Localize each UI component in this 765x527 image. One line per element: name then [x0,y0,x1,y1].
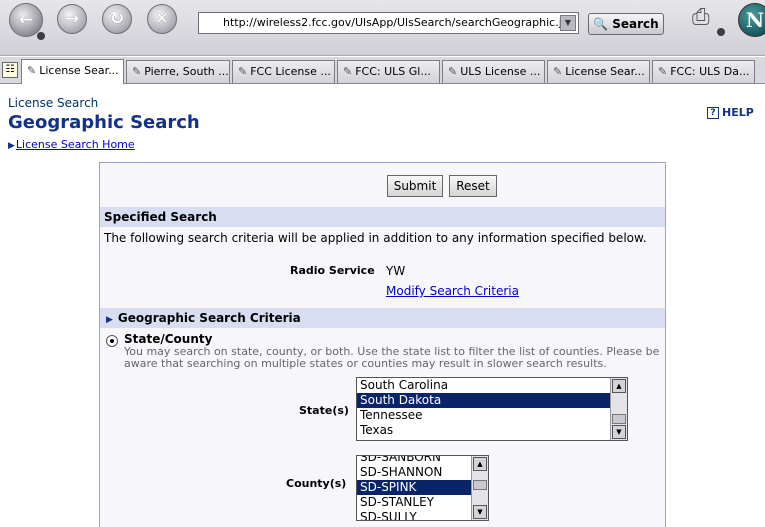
scroll-up-icon[interactable]: ▲ [612,379,626,393]
state-scrollbar[interactable]: ▲ ▼ [610,378,627,440]
tab-label: License Sear... [39,64,119,77]
forward-arrow-icon: → [64,9,80,29]
tab-label: ULS License ... [460,65,541,78]
tab-fcc-uls-gl[interactable]: ✎ FCC: ULS Gl... [337,60,440,83]
page-icon: ✎ [238,65,248,78]
geographic-criteria-header[interactable]: ▶ Geographic Search Criteria [100,308,665,328]
state-option[interactable]: South Carolina [357,378,610,393]
tab-fcc-uls-da[interactable]: ✎ FCC: ULS Da... [652,60,755,83]
print-dropdown-icon[interactable] [717,28,725,36]
radio-service-label: Radio Service [290,264,375,277]
url-text: http://wireless2.fcc.gov/UlsApp/UlsSearc… [223,16,575,29]
url-bar[interactable]: http://wireless2.fcc.gov/UlsApp/UlsSearc… [198,12,579,34]
submit-button[interactable]: Submit [387,175,443,197]
tab-label: FCC: ULS Gl... [355,65,431,78]
browser-search-button[interactable]: 🔍 Search [588,13,664,35]
modify-search-criteria-link[interactable]: Modify Search Criteria [386,284,519,298]
scroll-thumb[interactable] [473,480,487,490]
reset-button[interactable]: Reset [449,175,497,197]
scroll-down-icon[interactable]: ▼ [612,425,626,439]
scroll-thumb[interactable] [612,414,626,424]
tab-uls-license[interactable]: ✎ ULS License ... [442,60,545,83]
county-option[interactable]: SD-SHANNON [357,465,471,480]
home-link-label: License Search Home [15,138,135,151]
state-option-selected[interactable]: South Dakota [357,393,610,408]
state-county-radio[interactable] [106,335,118,347]
county-option-selected[interactable]: SD-SPINK [357,480,471,495]
breadcrumb: License Search [8,96,99,110]
help-link[interactable]: ? HELP [707,106,754,119]
county-listbox[interactable]: SD-SANBORN SD-SHANNON SD-SPINK SD-STANLE… [356,455,489,521]
county-field-label: County(s) [286,477,347,490]
page-icon: ✎ [553,65,563,78]
specified-search-header: Specified Search [100,207,665,227]
tab-label: License Sear... [565,65,645,78]
stop-icon: ✕ [154,9,170,29]
county-option[interactable]: SD-SANBORN [357,456,471,465]
county-option[interactable]: SD-STANLEY [357,495,471,510]
tab-pierre-south[interactable]: ✎ Pierre, South ... [126,60,230,83]
stop-button[interactable]: ✕ [147,4,177,34]
state-option[interactable]: Texas [357,423,610,438]
browser-toolbar: ← → ↻ ✕ http://wireless2.fcc.gov/UlsApp/… [0,0,765,56]
state-county-label: State/County [124,332,213,346]
county-scrollbar[interactable]: ▲ ▼ [471,456,488,520]
state-listbox[interactable]: South Carolina South Dakota Tennessee Te… [356,377,628,441]
url-history-dropdown[interactable]: ▼ [560,15,576,31]
page-icon: ✎ [343,65,353,78]
back-history-dropdown-icon[interactable] [37,32,45,40]
tab-list-icon[interactable]: ☷ [2,62,18,78]
tab-strip: ☷ ✎ License Sear... ✎ Pierre, South ... ✎ F… [0,57,765,84]
page-icon: ✎ [132,65,142,78]
netscape-logo[interactable]: N [738,3,765,37]
arrow-right-icon: ▶ [8,141,15,151]
tab-label: Pierre, South ... [144,65,229,78]
specified-search-description: The following search criteria will be ap… [104,231,647,245]
back-arrow-icon: ← [18,10,34,30]
tab-license-search[interactable]: ✎ License Sear... [21,59,124,84]
tab-fcc-license[interactable]: ✎ FCC License ... [232,60,335,83]
geographic-criteria-label: Geographic Search Criteria [117,311,301,325]
tab-label: FCC: ULS Da... [670,65,750,78]
forward-button[interactable]: → [57,4,87,34]
reload-icon: ↻ [109,9,125,29]
browser-search-label: Search [612,17,659,31]
help-icon: ? [707,106,719,119]
state-county-help-text: You may search on state, county, or both… [124,345,660,370]
reload-button[interactable]: ↻ [102,4,132,34]
state-field-label: State(s) [299,404,349,417]
magnifier-icon: 🔍 [593,17,609,31]
county-option[interactable]: SD-SULLY [357,510,471,520]
page-icon: ✎ [27,64,37,77]
expand-triangle-icon: ▶ [106,315,113,325]
scroll-down-icon[interactable]: ▼ [473,505,487,519]
search-panel: Submit Reset Specified Search The follow… [99,162,666,527]
tab-label: FCC License ... [250,65,331,78]
tab-license-search-2[interactable]: ✎ License Sear... [547,60,650,83]
license-search-home-link[interactable]: ▶License Search Home [8,138,135,151]
state-option[interactable]: Tennessee [357,408,610,423]
logo-letter: N [745,8,765,32]
page-title: Geographic Search [8,112,200,133]
help-label: HELP [722,106,754,119]
scroll-up-icon[interactable]: ▲ [473,457,487,471]
page-icon: ✎ [448,65,458,78]
radio-service-value: YW [386,264,406,278]
page-icon: ✎ [658,65,668,78]
